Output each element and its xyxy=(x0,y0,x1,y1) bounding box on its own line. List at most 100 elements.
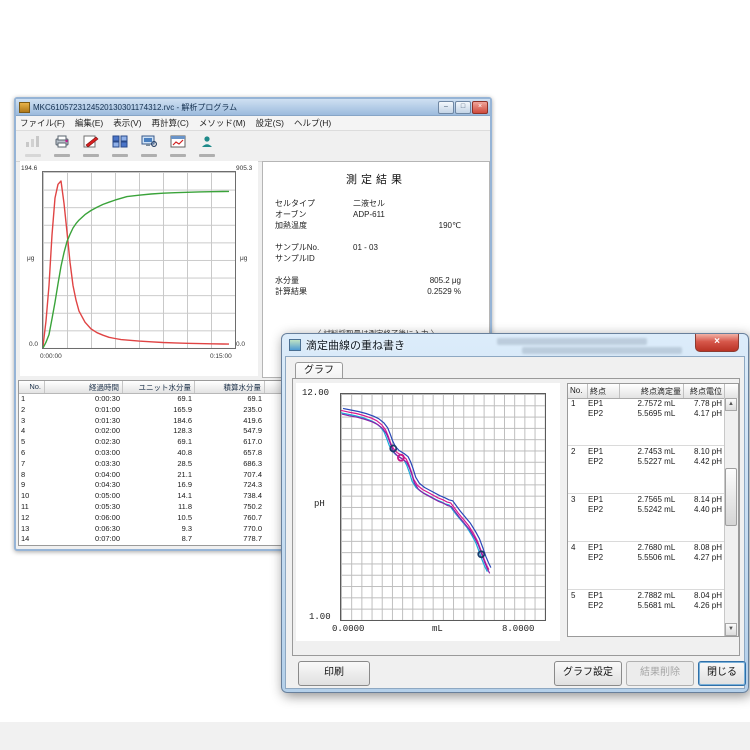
toolbar-button xyxy=(19,132,46,160)
table-cell: 0:05:30 xyxy=(45,502,123,513)
result-row: サンプルNo.01 - 03 xyxy=(275,242,477,253)
ep-table-scrollbar[interactable]: ▲ ▼ xyxy=(724,398,738,636)
ep-name: EP1 xyxy=(588,543,616,553)
menu-item[interactable]: ヘルプ(H) xyxy=(294,117,331,129)
ep-column-header[interactable]: 終点滴定量 xyxy=(620,384,684,398)
ep-potential: 8.10 pH xyxy=(679,447,725,457)
ep-volume: 2.7572 mL xyxy=(616,399,679,409)
table-cell: 184.6 xyxy=(123,416,195,427)
table-cell: 686.3 xyxy=(195,459,265,470)
toolbar-button[interactable] xyxy=(48,132,75,160)
menu-bar: ファイル(F) 編集(E) 表示(V) 再計算(C) メソッド(M) 設定(S) ヘルプ(H… xyxy=(16,116,490,131)
ti-x-unit-label: mL xyxy=(432,624,443,634)
result-label: 計算結果 xyxy=(275,286,353,297)
kf-column-header[interactable]: 積算水分量 xyxy=(195,381,265,393)
table-cell: 0:04:30 xyxy=(45,480,123,491)
table-cell: 4 xyxy=(19,426,45,437)
table-cell: 10.5 xyxy=(123,513,195,524)
glass-reflection xyxy=(522,347,682,354)
ep-column-header[interactable]: No. xyxy=(568,384,588,398)
menu-item[interactable]: 表示(V) xyxy=(113,117,141,129)
maximize-button[interactable]: □ xyxy=(455,101,471,114)
table-cell: 14 xyxy=(19,534,45,545)
menu-item[interactable]: メソッド(M) xyxy=(199,117,246,129)
scroll-up-icon[interactable]: ▲ xyxy=(725,398,737,411)
kf-column-header[interactable]: 経過時間 xyxy=(45,381,123,393)
table-cell: 3 xyxy=(19,416,45,427)
overlay-close-button[interactable]: × xyxy=(695,334,739,352)
table-cell: 0:04:00 xyxy=(45,470,123,481)
toolbar-button[interactable] xyxy=(77,132,104,160)
result-label: セルタイプ xyxy=(275,198,353,209)
close-dialog-button[interactable]: 閉じる xyxy=(698,661,746,686)
main-titlebar[interactable]: MKC6105723124520130301174312.rvc - 解析プログ… xyxy=(16,99,490,116)
menu-item[interactable]: 再計算(C) xyxy=(152,117,189,129)
table-cell: 165.9 xyxy=(123,405,195,416)
graph-window-icon xyxy=(170,135,186,153)
result-label: サンプルNo. xyxy=(275,242,353,253)
table-cell: 778.7 xyxy=(195,534,265,545)
table-cell: 6 xyxy=(19,448,45,459)
ep-no: 1 xyxy=(571,399,575,408)
kf-column-header[interactable]: ユニット水分量 xyxy=(123,381,195,393)
ep-potential: 4.42 pH xyxy=(679,457,725,467)
menu-item[interactable]: ファイル(F) xyxy=(20,117,65,129)
ep-line: EP25.5506 mL4.27 pH xyxy=(588,553,725,563)
result-value: 01 - 03 xyxy=(353,242,477,253)
ep-potential: 8.04 pH xyxy=(679,591,725,601)
toolbar-button-label xyxy=(199,154,215,157)
kf-x-right-label: 0:15:00 xyxy=(210,353,232,360)
toolbar-button-label xyxy=(141,154,157,157)
toolbar-button[interactable] xyxy=(193,132,220,160)
ep-potential: 4.40 pH xyxy=(679,505,725,515)
menu-item[interactable]: 設定(S) xyxy=(256,117,284,129)
toolbar-button[interactable] xyxy=(164,132,191,160)
table-cell: 5 xyxy=(19,437,45,448)
ep-column-header[interactable]: 終点 xyxy=(588,384,620,398)
print-button[interactable]: 印刷 xyxy=(298,661,370,686)
graph-settings-button[interactable]: グラフ設定 xyxy=(554,661,622,686)
ep-result-group[interactable]: 4EP12.7680 mL8.08 pHEP25.5506 mL4.27 pH xyxy=(568,542,725,590)
toolbar-button[interactable] xyxy=(106,132,133,160)
result-row: セルタイプ二液セル xyxy=(275,198,477,209)
kf-plot-area xyxy=(42,171,236,349)
ep-name: EP1 xyxy=(588,495,616,505)
delete-results-button: 結果削除 xyxy=(626,661,694,686)
ep-line: EP12.7572 mL7.78 pH xyxy=(588,399,725,409)
table-cell: 0:01:30 xyxy=(45,416,123,427)
ep-table-body: 1EP12.7572 mL7.78 pHEP25.5695 mL4.17 pH2… xyxy=(568,398,725,636)
ep-table: No.終点終点滴定量終点電位 1EP12.7572 mL7.78 pHEP25.… xyxy=(567,383,739,637)
ep-volume: 2.7882 mL xyxy=(616,591,679,601)
close-button[interactable]: × xyxy=(472,101,488,114)
kf-column-header[interactable]: No. xyxy=(19,381,45,393)
ep-name: EP2 xyxy=(588,457,616,467)
ep-name: EP1 xyxy=(588,591,616,601)
toolbar-button[interactable] xyxy=(135,132,162,160)
menu-item[interactable]: 編集(E) xyxy=(75,117,103,129)
kf-x-left-label: 0:00:00 xyxy=(40,353,62,360)
ep-name: EP2 xyxy=(588,601,616,611)
ep-volume: 5.5227 mL xyxy=(616,457,679,467)
minimize-button[interactable]: – xyxy=(438,101,454,114)
ep-line: EP12.7565 mL8.14 pH xyxy=(588,495,725,505)
table-cell: 1 xyxy=(19,394,45,405)
kf-yright-unit-label: μg xyxy=(240,255,247,262)
ep-volume: 5.5681 mL xyxy=(616,601,679,611)
scrollbar-thumb[interactable] xyxy=(725,468,737,526)
table-cell: 0:07:00 xyxy=(45,534,123,545)
result-row: 加熱温度190℃ xyxy=(275,220,477,231)
ep-volume: 5.5506 mL xyxy=(616,553,679,563)
scroll-down-icon[interactable]: ▼ xyxy=(725,623,737,636)
ep-result-group[interactable]: 2EP12.7453 mL8.10 pHEP25.5227 mL4.42 pH xyxy=(568,446,725,494)
ep-name: EP2 xyxy=(588,553,616,563)
ep-column-header[interactable]: 終点電位 xyxy=(684,384,725,398)
ep-result-group[interactable]: 1EP12.7572 mL7.78 pHEP25.5695 mL4.17 pH xyxy=(568,398,725,446)
ep-result-group[interactable]: 5EP12.7882 mL8.04 pHEP25.5681 mL4.26 pH xyxy=(568,590,725,636)
toolbar-button-label xyxy=(83,154,99,157)
ep-volume: 5.5242 mL xyxy=(616,505,679,515)
ep-no: 2 xyxy=(571,447,575,456)
result-label: オーブン xyxy=(275,209,353,220)
table-cell: 14.1 xyxy=(123,491,195,502)
table-cell: 21.1 xyxy=(123,470,195,481)
ep-result-group[interactable]: 3EP12.7565 mL8.14 pHEP25.5242 mL4.40 pH xyxy=(568,494,725,542)
